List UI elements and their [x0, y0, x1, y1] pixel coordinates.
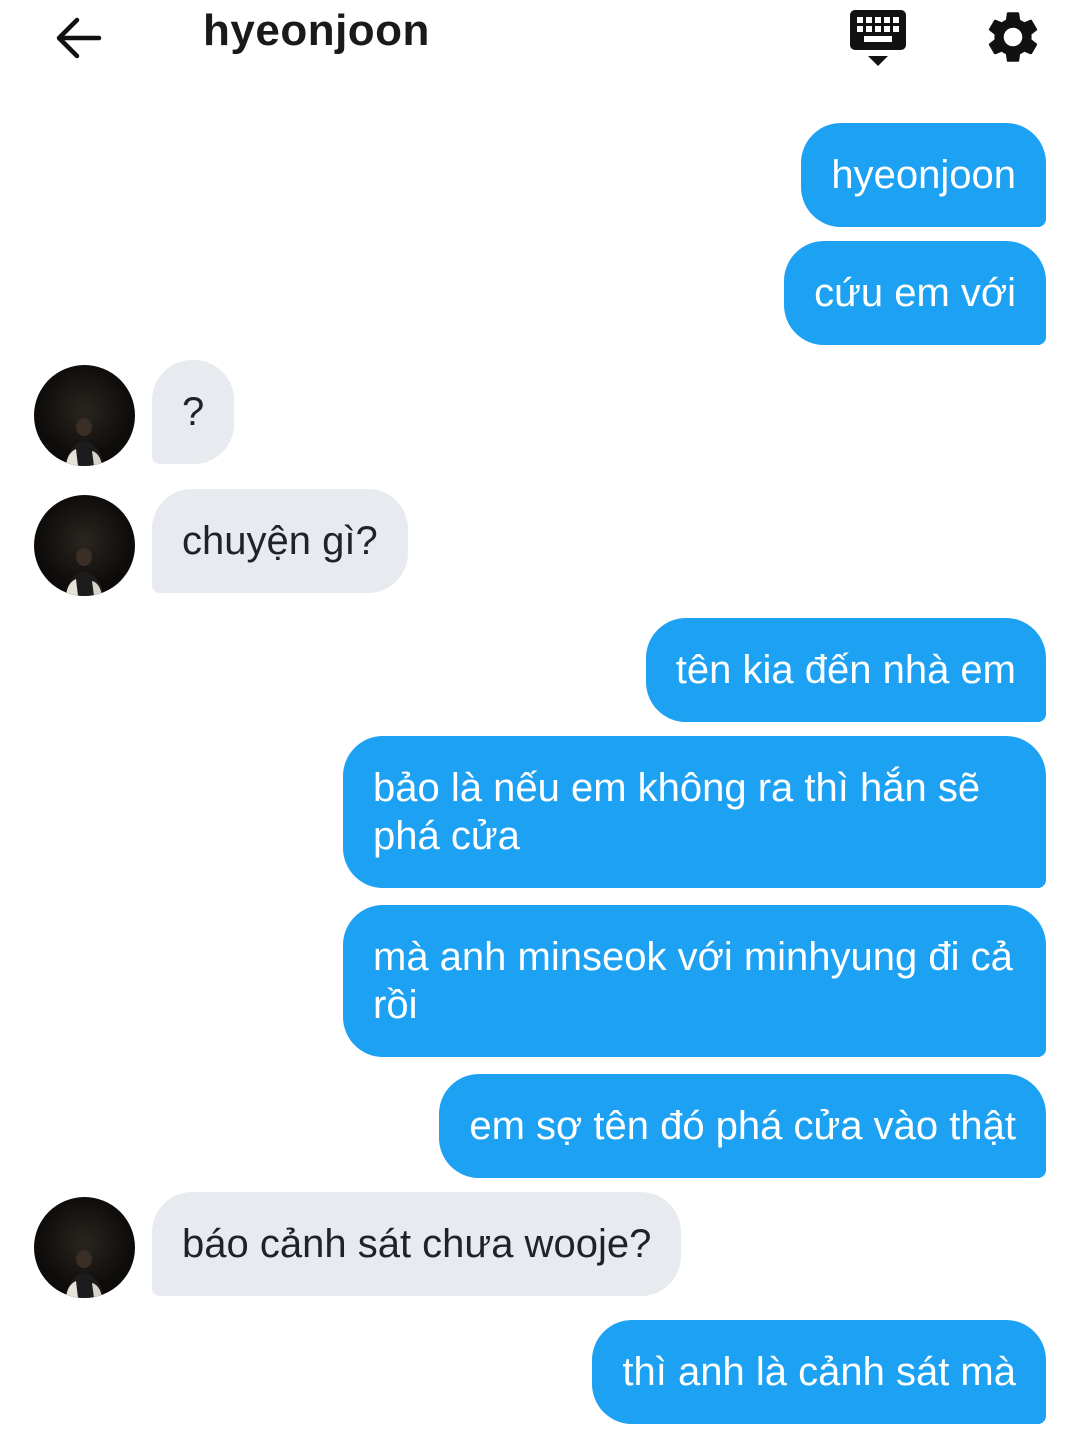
message-bubble-outgoing[interactable]: hyeonjoon [801, 123, 1046, 227]
message-bubble-incoming[interactable]: chuyện gì? [152, 489, 408, 593]
message-bubble-outgoing[interactable]: tên kia đến nhà em [645, 618, 1046, 722]
avatar[interactable] [34, 365, 135, 466]
message-bubble-incoming[interactable]: ? [152, 360, 235, 464]
avatar-photo [66, 548, 104, 596]
message-bubble-incoming[interactable]: báo cảnh sát chưa wooje? [152, 1192, 682, 1296]
message-bubble-outgoing[interactable]: bảo là nếu em không ra thì hắn sẽ phá cử… [343, 736, 1046, 888]
message-bubble-outgoing[interactable]: em sợ tên đó phá cửa vào thật [439, 1074, 1046, 1178]
message-bubble-outgoing[interactable]: thì anh là cảnh sát mà [592, 1320, 1046, 1424]
avatar[interactable] [34, 1197, 135, 1298]
message-bubble-outgoing[interactable]: cứu em với [784, 241, 1046, 345]
avatar-photo [66, 418, 104, 466]
message-bubble-outgoing[interactable]: mà anh minseok với minhyung đi cả rồi [343, 905, 1046, 1057]
avatar[interactable] [34, 495, 135, 596]
message-thread: hyeonjoon cứu em với ? chuyện gì? tên ki… [0, 0, 1080, 1439]
avatar-photo [66, 1250, 104, 1298]
